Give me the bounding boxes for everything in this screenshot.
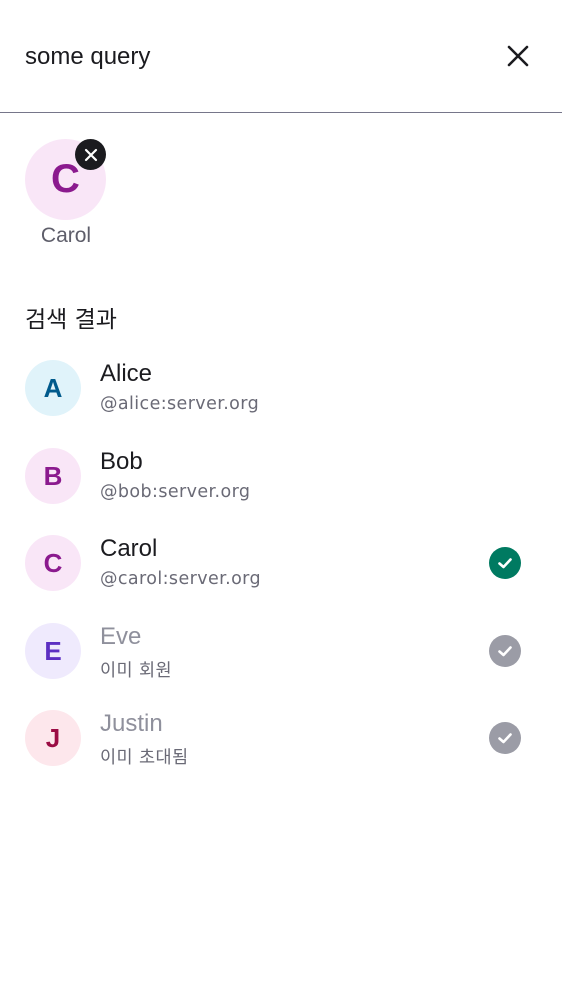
remove-selected-user-button[interactable]: [75, 139, 106, 170]
avatar: B: [25, 448, 81, 504]
user-name: Eve: [100, 623, 142, 650]
selected-check-icon: [489, 547, 521, 579]
disabled-check-icon: [489, 722, 521, 754]
avatar: A: [25, 360, 81, 416]
user-id: @alice:server.org: [100, 394, 260, 414]
list-item: J Justin 이미 초대됨: [0, 694, 562, 781]
avatar: C: [25, 535, 81, 591]
user-name: Bob: [100, 448, 143, 475]
list-item[interactable]: C Carol @carol:server.org: [0, 519, 562, 606]
close-icon: [507, 45, 529, 67]
selected-user-chip: C Carol: [20, 136, 112, 256]
user-name: Carol: [100, 535, 158, 562]
user-id: @bob:server.org: [100, 482, 251, 502]
user-name: Alice: [100, 360, 153, 387]
close-icon: [84, 148, 97, 161]
user-status: 이미 초대됨: [100, 748, 189, 768]
avatar: J: [25, 710, 81, 766]
search-input[interactable]: [25, 40, 465, 74]
list-item[interactable]: A Alice @alice:server.org: [0, 344, 562, 431]
user-status: 이미 회원: [100, 661, 172, 681]
search-bar: [0, 0, 562, 113]
user-name: Justin: [100, 710, 163, 737]
user-id: @carol:server.org: [100, 569, 261, 589]
list-item[interactable]: B Bob @bob:server.org: [0, 432, 562, 519]
section-title: 검색 결과: [25, 307, 117, 333]
selected-user-name: Carol: [40, 224, 92, 247]
disabled-check-icon: [489, 635, 521, 667]
list-item: E Eve 이미 회원: [0, 607, 562, 694]
close-button[interactable]: [498, 36, 538, 76]
avatar: E: [25, 623, 81, 679]
